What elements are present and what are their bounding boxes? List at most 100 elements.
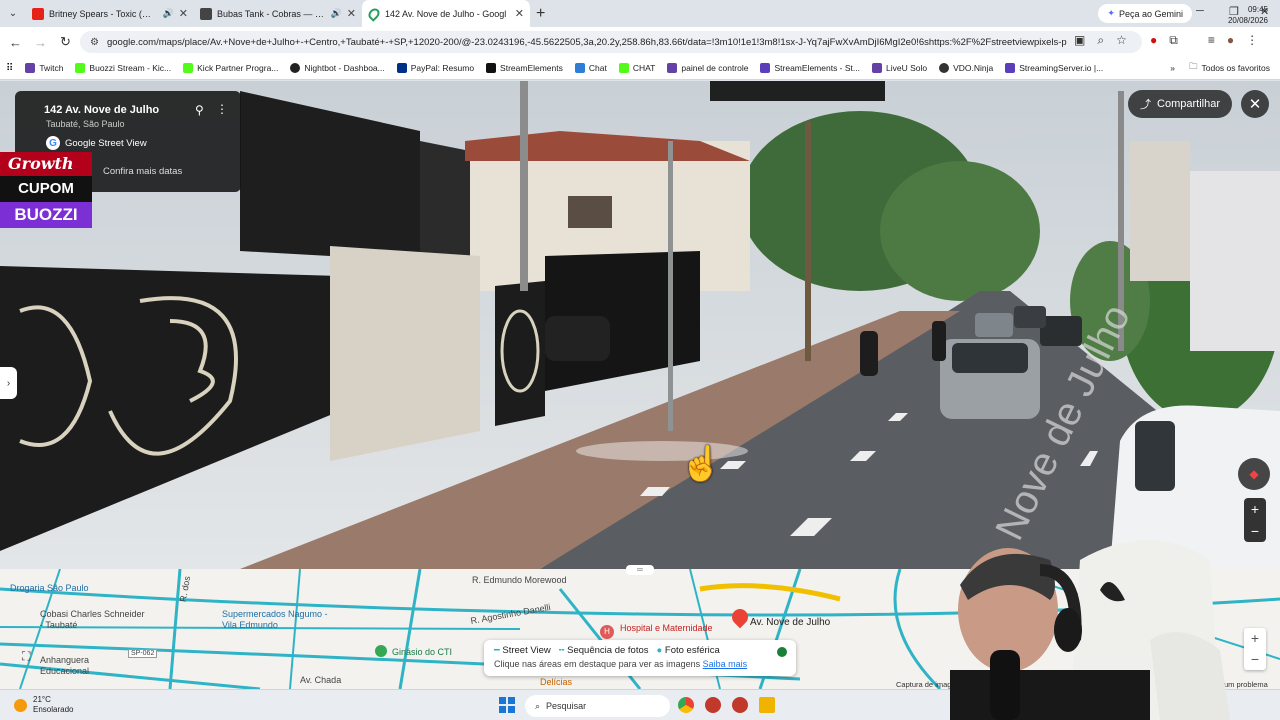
bookmark-streamelements-st[interactable]: StreamElements - St... bbox=[760, 63, 860, 73]
tab-youtube[interactable]: Britney Spears - Toxic (Offic 🔊 ✕ bbox=[26, 0, 194, 27]
map-label-sp062: SP-062 bbox=[128, 649, 158, 658]
legend-toggle[interactable] bbox=[777, 647, 787, 657]
chevron-right-icon: › bbox=[6, 377, 11, 389]
bookmark-twitch[interactable]: Twitch bbox=[25, 63, 63, 73]
bookmark-label: Twitch bbox=[39, 63, 64, 73]
bookmark-label: VDO.Ninja bbox=[953, 63, 994, 73]
tab-google-maps[interactable]: 142 Av. Nove de Julho - Googl ✕ bbox=[362, 0, 530, 27]
bookmark-kick-partner[interactable]: Kick Partner Progra... bbox=[183, 63, 278, 73]
bookmark-paypal[interactable]: PayPal: Resumo bbox=[396, 63, 474, 73]
gemini-button[interactable]: ✦ Peça ao Gemini bbox=[1098, 4, 1192, 23]
bookmark-painel[interactable]: painel de controle bbox=[667, 63, 748, 73]
promo-code: BUOZZI bbox=[0, 202, 92, 228]
file-explorer-icon[interactable] bbox=[759, 697, 775, 713]
new-tab-button[interactable]: + bbox=[536, 0, 545, 27]
weather-widget[interactable]: 21°C Ensolarado bbox=[14, 695, 73, 715]
map-attribution: Captura de image bbox=[896, 680, 956, 689]
legend-spherical-photo[interactable]: ● Foto esférica bbox=[657, 645, 720, 656]
place-title: 142 Av. Nove de Julho bbox=[44, 104, 160, 116]
media-icon[interactable]: ≡ bbox=[1208, 33, 1215, 48]
nightbot-icon bbox=[290, 63, 301, 73]
legend-street-view[interactable]: ━ Street View bbox=[494, 645, 551, 656]
app-red-icon-2[interactable] bbox=[732, 697, 748, 713]
speaker-icon[interactable]: 🔊 bbox=[163, 8, 174, 19]
webcam-image bbox=[950, 540, 1230, 720]
compass-button[interactable]: ◆ bbox=[1238, 458, 1270, 490]
clock-date: 20/08/2026 bbox=[1227, 16, 1268, 25]
bookmark-chat-kick[interactable]: CHAT bbox=[618, 63, 656, 73]
learn-more-link[interactable]: Saiba mais bbox=[703, 659, 748, 669]
google-logo-icon: G bbox=[46, 136, 60, 150]
zoom-in-button[interactable]: + bbox=[1244, 498, 1266, 520]
extensions-icon[interactable]: ⧉ bbox=[1169, 33, 1178, 48]
more-dates-link[interactable]: Confira mais datas bbox=[103, 166, 182, 177]
map-label-anhanguera[interactable]: Anhanguera Educacional bbox=[40, 655, 120, 677]
tab-title: 142 Av. Nove de Julho - Googl bbox=[385, 8, 507, 19]
map-label-ginasio[interactable]: Ginásio do CTI bbox=[392, 647, 452, 657]
bookmark-vdoninja[interactable]: VDO.Ninja bbox=[939, 63, 993, 73]
kick-icon bbox=[183, 63, 194, 73]
hint-text: Clique nas áreas em destaque para ver as… bbox=[494, 659, 701, 669]
extension-red-icon[interactable]: ● bbox=[1150, 33, 1157, 48]
park-icon bbox=[375, 645, 387, 657]
maps-pin-icon bbox=[366, 5, 382, 22]
close-tab-icon[interactable]: ✕ bbox=[347, 7, 356, 20]
install-icon[interactable]: ▣ bbox=[1074, 33, 1085, 48]
speaker-icon[interactable]: 🔊 bbox=[331, 8, 342, 19]
windows-start-icon[interactable] bbox=[499, 697, 515, 713]
address-bar[interactable]: ⚙ google.com/maps/place/Av.+Nove+de+Julh… bbox=[80, 31, 1142, 53]
legend-photo-sequence[interactable]: ╍ Sequência de fotos bbox=[559, 645, 649, 656]
panel-resize-handle[interactable]: ═ bbox=[626, 565, 654, 575]
apps-icon[interactable]: ⠿ bbox=[6, 63, 13, 74]
forward-icon[interactable]: → bbox=[28, 35, 53, 50]
more-bookmarks-icon[interactable]: » bbox=[1170, 63, 1175, 73]
location-pin-icon[interactable]: ⚲ bbox=[195, 103, 204, 117]
share-button[interactable]: ⤴ Compartilhar bbox=[1128, 90, 1232, 118]
all-bookmarks-folder[interactable]: 🗀 Todos os favoritos bbox=[1189, 61, 1270, 75]
webcam-overlay bbox=[950, 530, 1280, 720]
map-label-drogaria[interactable]: Drogaria São Paulo bbox=[10, 583, 89, 593]
zoom-icon[interactable]: ⌕ bbox=[1097, 33, 1104, 48]
chrome-icon[interactable] bbox=[678, 697, 694, 713]
url-text[interactable]: google.com/maps/place/Av.+Nove+de+Julho+… bbox=[107, 37, 1067, 48]
more-options-icon[interactable]: ⋮ bbox=[216, 102, 228, 116]
streamelements-icon bbox=[486, 63, 497, 73]
back-icon[interactable]: ← bbox=[3, 35, 28, 50]
bookmark-nightbot[interactable]: Nightbot - Dashboa... bbox=[290, 63, 385, 73]
expand-sidebar-button[interactable]: › bbox=[0, 367, 17, 399]
twitch-icon bbox=[25, 63, 36, 73]
menu-icon[interactable]: ⋮ bbox=[1246, 33, 1258, 48]
map-label-delicias: Delícias bbox=[540, 677, 573, 687]
bookmark-streamingserver[interactable]: StreamingServer.io |... bbox=[1005, 63, 1103, 73]
map-expand-icon[interactable]: ⛶ bbox=[22, 649, 30, 664]
bookmark-label: CHAT bbox=[632, 63, 656, 73]
close-tab-icon[interactable]: ✕ bbox=[515, 7, 524, 20]
profile-avatar[interactable]: ● bbox=[1227, 33, 1234, 48]
tab-search-icon[interactable]: ⌄ bbox=[0, 0, 26, 27]
bookmark-label: StreamElements - St... bbox=[774, 63, 860, 73]
map-label-hospital[interactable]: Hospital e Maternidade bbox=[620, 623, 713, 633]
map-label-cobasi[interactable]: Cobasi Charles Schneider - Taubaté bbox=[40, 609, 150, 631]
bookmark-kick[interactable]: Buozzi Stream - Kic... bbox=[75, 63, 171, 73]
taskbar-search[interactable]: ⌕ Pesquisar bbox=[525, 695, 670, 717]
bookmark-star-icon[interactable]: ☆ bbox=[1116, 33, 1127, 48]
clock-time: 09:45 bbox=[1247, 5, 1268, 14]
streamingserver-icon bbox=[1005, 63, 1016, 73]
close-tab-icon[interactable]: ✕ bbox=[179, 7, 188, 20]
bookmarks-bar: ⠿ Twitch Buozzi Stream - Kic... Kick Par… bbox=[0, 57, 1280, 80]
minimize-icon[interactable]: ─ bbox=[1196, 5, 1204, 17]
app-red-icon[interactable] bbox=[705, 697, 721, 713]
map-label-avnove[interactable]: Av. Nove de Julho bbox=[750, 617, 830, 628]
temperature: 21°C bbox=[33, 695, 51, 704]
tab-title: Britney Spears - Toxic (Offic bbox=[49, 8, 158, 19]
tab-bubas-tank[interactable]: Bubas Tank - Cobras — Bai 🔊 ✕ bbox=[194, 0, 362, 27]
bookmark-liveu[interactable]: LiveU Solo bbox=[871, 63, 927, 73]
share-icon: ⤴ bbox=[1140, 99, 1152, 111]
bookmark-streamelements[interactable]: StreamElements bbox=[486, 63, 563, 73]
map-label-nagumo[interactable]: Supermercados Nagumo - Vila Edmundo bbox=[222, 609, 342, 631]
system-clock[interactable]: 09:45 20/08/2026 bbox=[1228, 4, 1268, 26]
reload-icon[interactable]: ↻ bbox=[53, 34, 78, 50]
close-street-view-button[interactable]: ✕ bbox=[1241, 90, 1269, 118]
site-info-icon[interactable]: ⚙ bbox=[90, 37, 99, 48]
bookmark-chat[interactable]: Chat bbox=[574, 63, 607, 73]
